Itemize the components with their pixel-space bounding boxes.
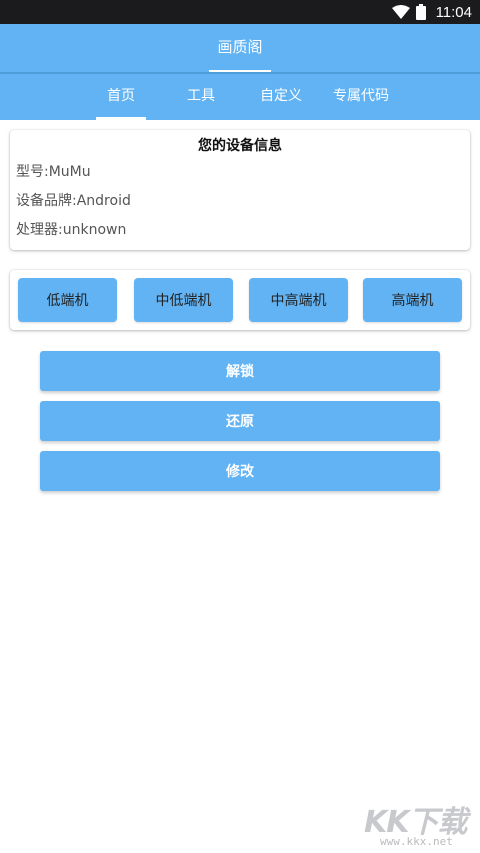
- device-model: 型号:MuMu: [16, 164, 91, 180]
- tab-tools[interactable]: 工具: [176, 74, 226, 120]
- status-bar: 11:04: [0, 0, 480, 24]
- unlock-button[interactable]: 解锁: [40, 351, 440, 391]
- mid-high-end-button[interactable]: 中高端机: [249, 278, 348, 322]
- watermark-url: www.kkx.net: [380, 835, 453, 848]
- tab-tools-label: 工具: [187, 88, 215, 104]
- high-end-button[interactable]: 高端机: [363, 278, 462, 322]
- low-end-button[interactable]: 低端机: [18, 278, 117, 322]
- device-processor: 处理器:unknown: [16, 222, 127, 238]
- tab-exclusive-code-label: 专属代码: [333, 88, 389, 104]
- tab-bar: 首页 工具 自定义 专属代码: [0, 74, 480, 120]
- app-title: 画质阁: [217, 38, 263, 56]
- tab-indicator: [96, 117, 146, 120]
- tab-custom[interactable]: 自定义: [251, 74, 311, 120]
- device-info-title: 您的设备信息: [198, 138, 282, 154]
- tab-home[interactable]: 首页: [96, 74, 146, 120]
- tab-home-label: 首页: [107, 88, 135, 104]
- status-time: 11:04: [435, 3, 472, 21]
- wifi-icon: [391, 5, 410, 19]
- tab-custom-label: 自定义: [260, 88, 302, 104]
- watermark: KK下载 www.kkx.net: [362, 797, 477, 853]
- app-title-tab[interactable]: 画质阁: [209, 24, 271, 72]
- device-brand: 设备品牌:Android: [16, 193, 131, 209]
- app-bar: 画质阁: [0, 24, 480, 72]
- mid-low-end-button[interactable]: 中低端机: [134, 278, 233, 322]
- device-tier-card: 低端机 中低端机 中高端机 高端机: [10, 270, 470, 330]
- device-info-card: 您的设备信息 型号:MuMu 设备品牌:Android 处理器:unknown: [10, 130, 470, 250]
- restore-button[interactable]: 还原: [40, 401, 440, 441]
- tab-exclusive-code[interactable]: 专属代码: [328, 74, 394, 120]
- battery-icon: [415, 4, 426, 20]
- modify-button[interactable]: 修改: [40, 451, 440, 491]
